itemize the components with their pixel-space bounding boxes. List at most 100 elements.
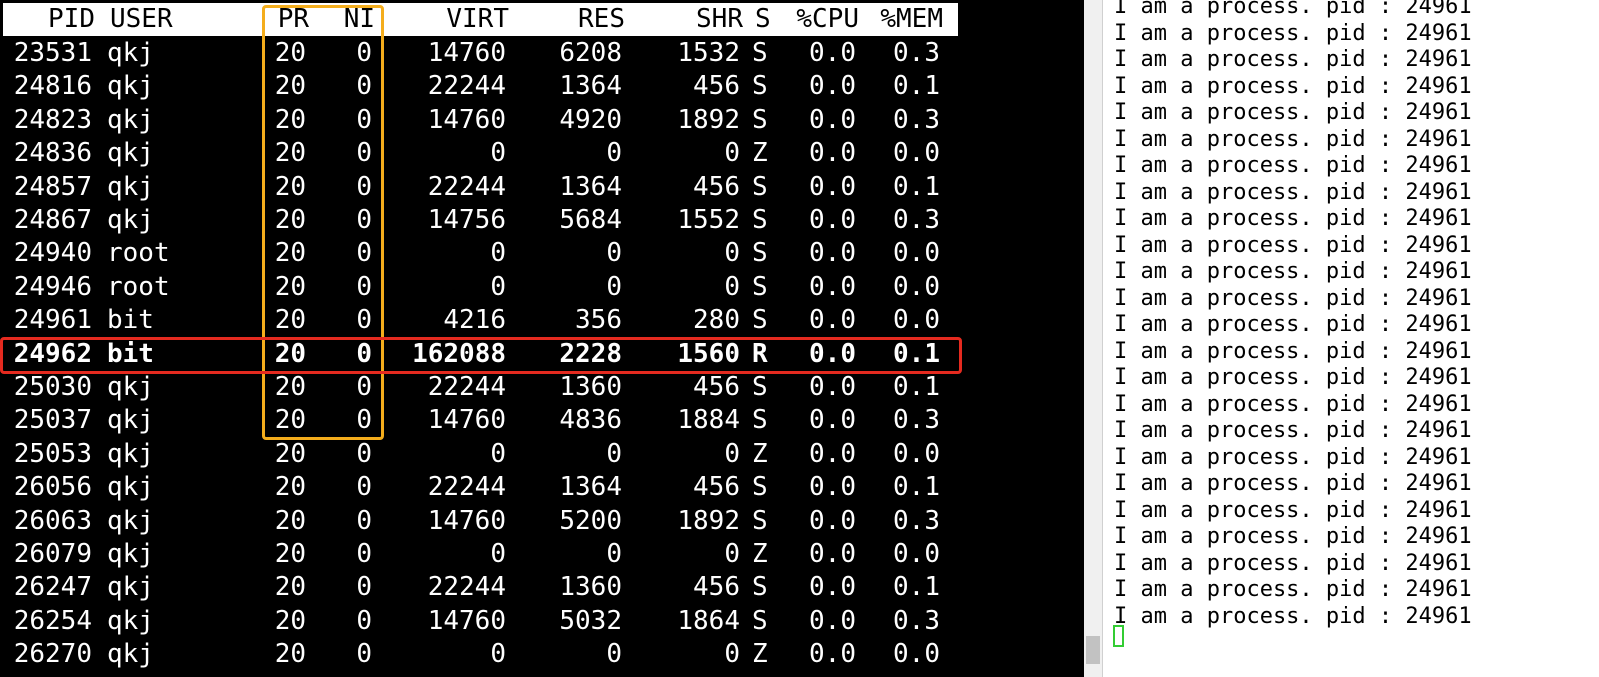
mem-cell: 0.0 bbox=[893, 271, 940, 302]
virt-cell: 22244 bbox=[427, 572, 506, 603]
nice-cell: 0 bbox=[356, 505, 372, 536]
shr-cell: 1892 bbox=[677, 505, 740, 536]
nice-cell: 0 bbox=[356, 305, 372, 336]
scrollbar-thumb[interactable] bbox=[1086, 636, 1100, 664]
process-row: 25030 qkj 20 0 22244 1360 456 S 0.0 0.1 bbox=[0, 371, 960, 404]
output-line: I am a process. pid : 24961 bbox=[1114, 285, 1472, 311]
user-cell: qkj bbox=[107, 104, 154, 135]
user-cell: qkj bbox=[107, 639, 154, 670]
shr-cell: 0 bbox=[724, 271, 740, 302]
cpu-cell: 0.0 bbox=[809, 205, 856, 235]
output-line: I am a process. pid : 24961 bbox=[1114, 73, 1472, 99]
nice-cell: 0 bbox=[356, 639, 372, 670]
nice-cell: 0 bbox=[356, 572, 372, 603]
cpu-cell: 0.0 bbox=[809, 372, 856, 402]
priority-cell: 20 bbox=[274, 605, 306, 636]
column-header-ni: NI bbox=[343, 4, 375, 34]
user-cell: qkj bbox=[107, 138, 154, 169]
pid-cell: 26254 bbox=[13, 605, 92, 636]
output-line: I am a process. pid : 24961 bbox=[1114, 259, 1472, 284]
priority-cell: 20 bbox=[274, 238, 306, 269]
res-cell: 5200 bbox=[559, 505, 622, 536]
priority-cell: 20 bbox=[274, 438, 306, 469]
column-header-pr: PR bbox=[277, 4, 309, 34]
nice-cell: 0 bbox=[356, 605, 372, 636]
output-line: I am a process. pid : 24961 bbox=[1114, 524, 1472, 549]
cpu-cell: 0.0 bbox=[809, 71, 856, 102]
process-table-header: PID USER PR NI VIRT RES SHR S %CPU %MEM bbox=[3, 3, 958, 36]
mem-cell: 0.0 bbox=[893, 639, 940, 670]
mem-cell: 0.0 bbox=[893, 238, 940, 269]
priority-cell: 20 bbox=[274, 338, 306, 369]
mem-cell: 0.3 bbox=[893, 605, 940, 636]
process-row: 26056 qkj 20 0 22244 1364 456 S 0.0 0.1 bbox=[0, 471, 960, 504]
virt-cell: 22244 bbox=[427, 71, 506, 102]
mem-cell: 0.0 bbox=[893, 305, 940, 336]
process-row: 23531 qkj 20 0 14760 6208 1532 S 0.0 0.3 bbox=[0, 37, 960, 70]
cpu-cell: 0.0 bbox=[809, 405, 856, 436]
virt-cell: 0 bbox=[490, 271, 506, 302]
mem-cell: 0.0 bbox=[893, 539, 940, 569]
cpu-cell: 0.0 bbox=[809, 472, 856, 503]
process-row: 24823 qkj 20 0 14760 4920 1892 S 0.0 0.3 bbox=[0, 104, 960, 137]
output-terminal-pane[interactable]: I am a process. pid : 24961 I am a proces… bbox=[1108, 0, 1599, 677]
virt-cell: 0 bbox=[490, 539, 506, 569]
pid-cell: 25053 bbox=[13, 438, 92, 469]
output-line: I am a process. pid : 24961 bbox=[1114, 179, 1472, 205]
res-cell: 0 bbox=[606, 539, 622, 569]
process-row: 24946 root 20 0 0 0 0 S 0.0 0.0 bbox=[0, 271, 960, 304]
output-line: I am a process. pid : 24961 bbox=[1114, 0, 1472, 19]
nice-cell: 0 bbox=[356, 405, 372, 436]
virt-cell: 14760 bbox=[427, 505, 506, 536]
output-line: I am a process. pid : 24961 bbox=[1114, 603, 1472, 629]
user-cell: qkj bbox=[107, 38, 154, 68]
cpu-cell: 0.0 bbox=[809, 138, 856, 169]
priority-cell: 20 bbox=[274, 505, 306, 536]
priority-cell: 20 bbox=[274, 372, 306, 402]
user-cell: qkj bbox=[107, 539, 154, 569]
mem-cell: 0.1 bbox=[893, 472, 940, 503]
shr-cell: 0 bbox=[724, 639, 740, 670]
nice-cell: 0 bbox=[356, 205, 372, 235]
virt-cell: 0 bbox=[490, 238, 506, 269]
res-cell: 4836 bbox=[559, 405, 622, 436]
virt-cell: 14760 bbox=[427, 38, 506, 68]
shr-cell: 1892 bbox=[677, 104, 740, 135]
pid-cell: 26247 bbox=[13, 572, 92, 603]
pid-cell: 24962 bbox=[13, 338, 92, 369]
column-header-user: USER bbox=[110, 4, 173, 34]
mem-cell: 0.3 bbox=[893, 505, 940, 536]
output-line: I am a process. pid : 24961 bbox=[1114, 471, 1472, 496]
process-row: 26254 qkj 20 0 14760 5032 1864 S 0.0 0.3 bbox=[0, 605, 960, 638]
pid-cell: 23531 bbox=[13, 38, 92, 68]
cpu-cell: 0.0 bbox=[809, 505, 856, 536]
cpu-cell: 0.0 bbox=[809, 104, 856, 135]
nice-cell: 0 bbox=[356, 338, 372, 369]
top-terminal-pane[interactable]: PID USER PR NI VIRT RES SHR S %CPU %MEM … bbox=[0, 0, 1090, 677]
pid-cell: 25037 bbox=[13, 405, 92, 436]
user-cell: qkj bbox=[107, 572, 154, 603]
user-cell: qkj bbox=[107, 605, 154, 636]
process-row: 26063 qkj 20 0 14760 5200 1892 S 0.0 0.3 bbox=[0, 505, 960, 538]
output-line: I am a process. pid : 24961 bbox=[1114, 338, 1472, 364]
priority-cell: 20 bbox=[274, 572, 306, 603]
mem-cell: 0.0 bbox=[893, 138, 940, 169]
nice-cell: 0 bbox=[356, 104, 372, 135]
priority-cell: 20 bbox=[274, 405, 306, 436]
mem-cell: 0.1 bbox=[893, 572, 940, 603]
mem-cell: 0.3 bbox=[893, 205, 940, 235]
vertical-scrollbar[interactable] bbox=[1084, 0, 1102, 677]
user-cell: qkj bbox=[107, 372, 154, 402]
nice-cell: 0 bbox=[356, 438, 372, 469]
process-row: 24857 qkj 20 0 22244 1364 456 S 0.0 0.1 bbox=[0, 171, 960, 204]
output-line: I am a process. pid : 24961 bbox=[1114, 232, 1472, 258]
cpu-cell: 0.0 bbox=[809, 605, 856, 636]
shr-cell: 456 bbox=[693, 71, 740, 102]
column-header-virt: VIRT bbox=[446, 4, 509, 34]
shr-cell: 0 bbox=[724, 539, 740, 569]
output-line: I am a process. pid : 24961 bbox=[1114, 153, 1472, 178]
nice-cell: 0 bbox=[356, 271, 372, 302]
output-line: I am a process. pid : 24961 bbox=[1114, 418, 1472, 443]
user-cell: qkj bbox=[107, 205, 154, 235]
res-cell: 0 bbox=[606, 271, 622, 302]
